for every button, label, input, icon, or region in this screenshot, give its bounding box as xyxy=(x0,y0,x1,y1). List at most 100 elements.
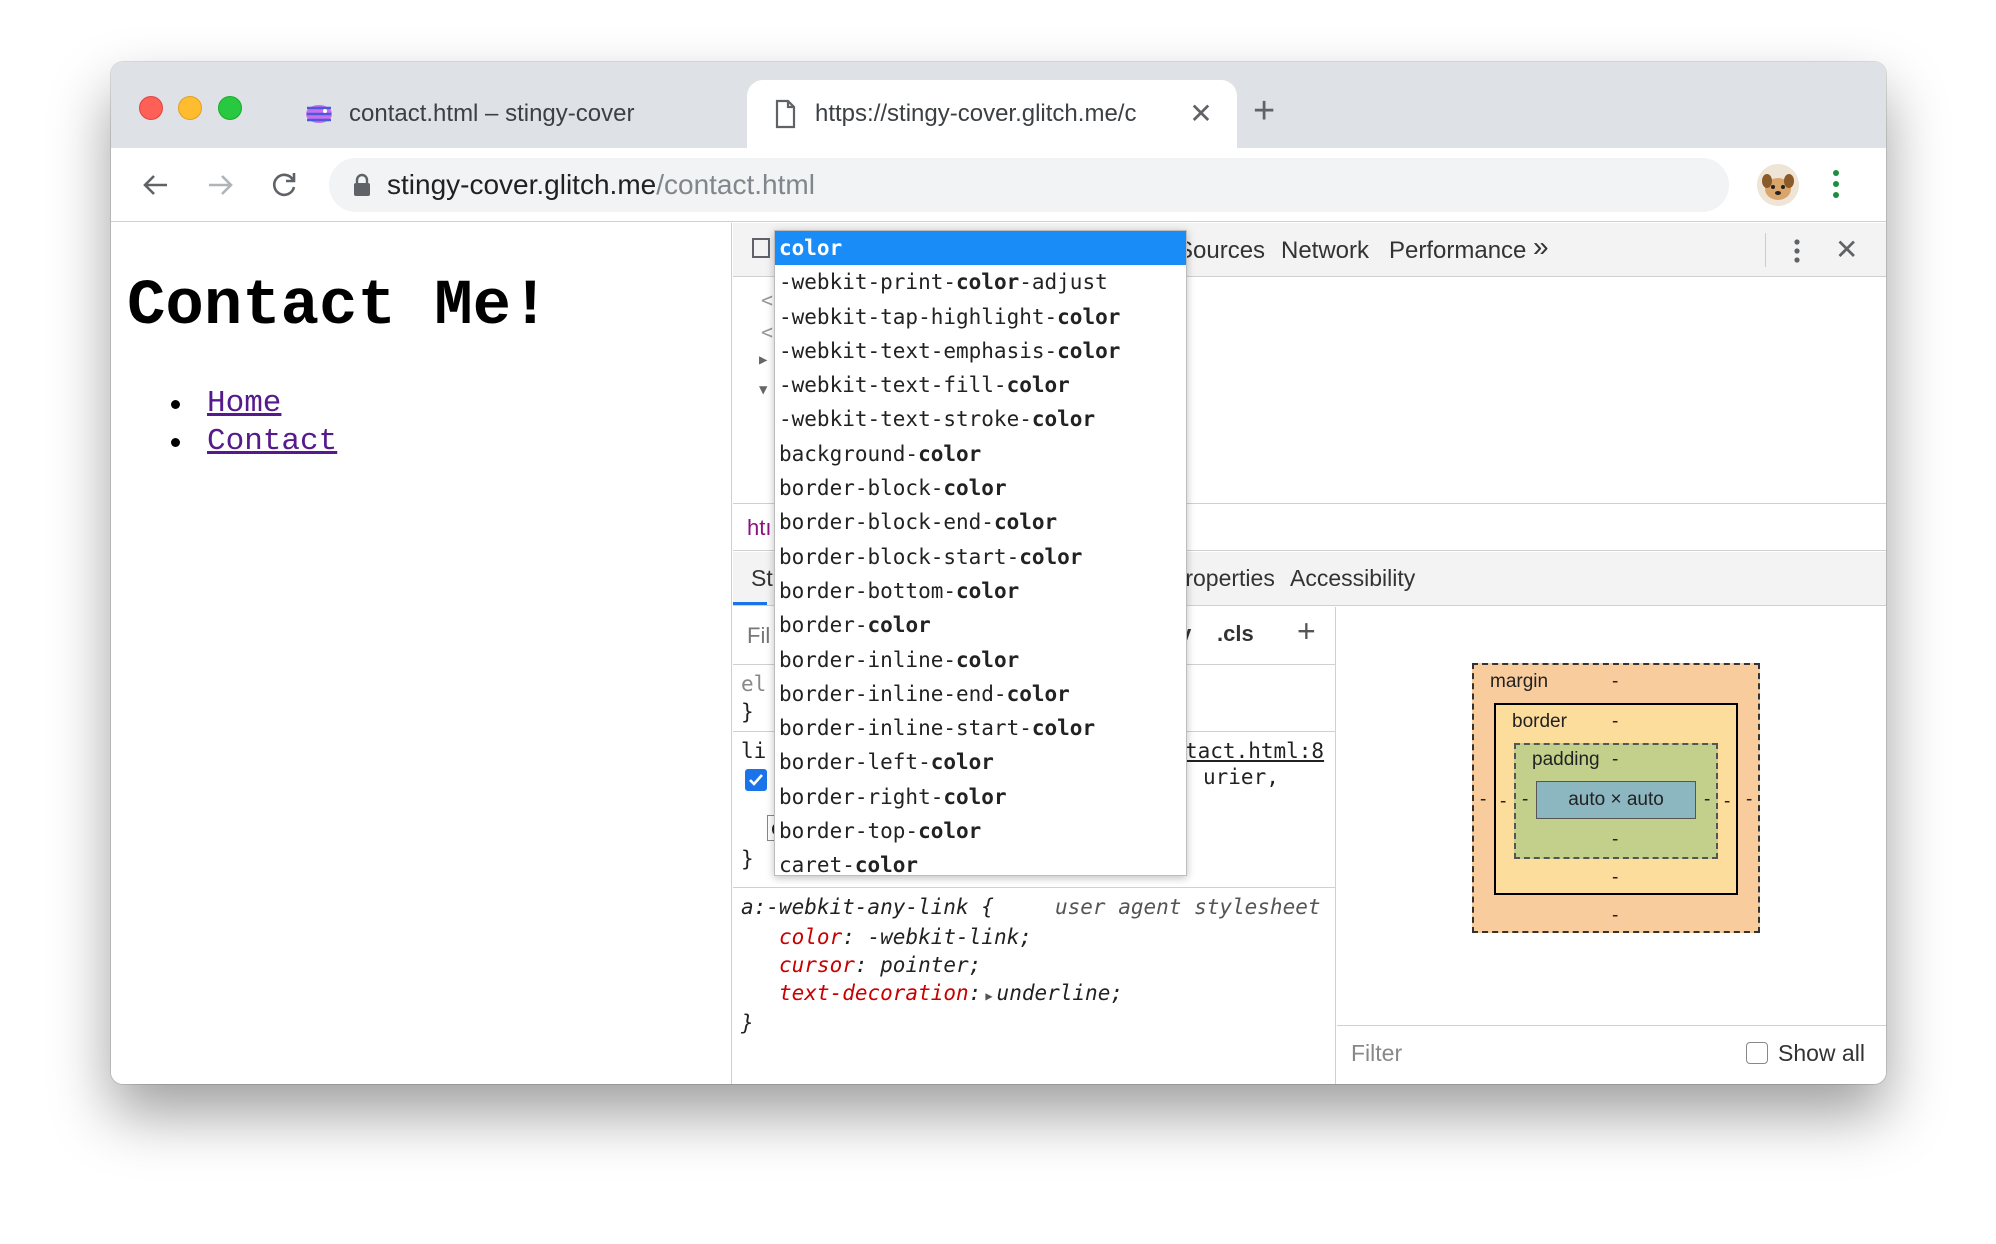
autocomplete-item[interactable]: background-color xyxy=(775,437,1186,471)
new-style-rule-button[interactable]: + xyxy=(1297,613,1316,650)
autocomplete-item[interactable]: -webkit-text-stroke-color xyxy=(775,402,1186,436)
contact-link[interactable]: Contact xyxy=(207,424,337,459)
tab-performance[interactable]: Performance xyxy=(1389,237,1526,265)
css-value: -webkit-link; xyxy=(867,925,1032,949)
autocomplete-suffix: -adjust xyxy=(1019,270,1108,295)
tab-close-icon[interactable]: ✕ xyxy=(1187,100,1215,128)
autocomplete-item[interactable]: -webkit-tap-highlight-color xyxy=(775,300,1186,334)
home-link[interactable]: Home xyxy=(207,386,281,421)
page-viewport: Contact Me! Home Contact xyxy=(111,223,732,1084)
autocomplete-item[interactable]: -webkit-text-fill-color xyxy=(775,368,1186,402)
tree-collapse-icon[interactable]: ▼ xyxy=(759,382,767,398)
tab-active-page[interactable]: https://stingy-cover.glitch.me/c ✕ xyxy=(747,80,1237,148)
autocomplete-prefix: border-inline-start- xyxy=(779,716,1032,741)
address-bar[interactable]: stingy-cover.glitch.me/contact.html xyxy=(329,158,1729,212)
tab-sources[interactable]: Sources xyxy=(1177,237,1265,265)
property-value-fragment: urier, xyxy=(1203,765,1279,789)
autocomplete-item[interactable]: -webkit-print-color-adjust xyxy=(775,265,1186,299)
margin-right-value: - xyxy=(1746,789,1753,810)
page-heading: Contact Me! xyxy=(127,271,550,343)
autocomplete-match: color xyxy=(1031,407,1096,432)
autocomplete-prefix: -webkit-text-fill- xyxy=(779,373,1007,398)
autocomplete-item[interactable]: border-top-color xyxy=(775,814,1186,848)
autocomplete-item[interactable]: color xyxy=(775,231,1186,266)
tab-network[interactable]: Network xyxy=(1281,237,1369,265)
cls-toggle[interactable]: .cls xyxy=(1217,621,1254,647)
more-tabs-icon[interactable]: » xyxy=(1533,231,1549,263)
autocomplete-item[interactable]: border-color xyxy=(775,608,1186,642)
rule-selector: el xyxy=(741,672,767,696)
padding-bottom-value: - xyxy=(1612,829,1619,850)
box-model-border[interactable]: border - - - - padding - - - - auto × au… xyxy=(1494,703,1738,895)
css-property: text-decoration xyxy=(779,981,969,1005)
autocomplete-prefix: border-left- xyxy=(779,750,931,775)
padding-label: padding xyxy=(1532,749,1600,770)
rule-source: user agent stylesheet xyxy=(1055,895,1321,919)
box-model-padding[interactable]: padding - - - - auto × auto xyxy=(1514,743,1718,859)
maximize-window-button[interactable] xyxy=(218,96,242,120)
devtools-close-icon[interactable]: ✕ xyxy=(1835,233,1858,266)
forward-icon[interactable] xyxy=(201,166,239,204)
autocomplete-item[interactable]: border-block-end-color xyxy=(775,505,1186,539)
autocomplete-item[interactable]: border-inline-end-color xyxy=(775,677,1186,711)
autocomplete-match: color xyxy=(943,784,1007,809)
box-model-margin[interactable]: margin - - - - border - - - - padding - … xyxy=(1472,663,1760,933)
autocomplete-match: color xyxy=(943,476,1007,501)
autocomplete-match: color xyxy=(854,853,919,876)
css-declaration: cursor: pointer; xyxy=(779,953,982,977)
profile-avatar[interactable] xyxy=(1757,164,1799,206)
autocomplete-item[interactable]: border-block-color xyxy=(775,471,1186,505)
inspect-element-icon[interactable] xyxy=(751,237,775,263)
autocomplete-match: color xyxy=(993,510,1058,535)
autocomplete-item[interactable]: border-bottom-color xyxy=(775,574,1186,608)
styles-filter-input[interactable]: Fil xyxy=(747,623,770,649)
breadcrumb-item[interactable]: htı xyxy=(747,515,771,541)
autocomplete-item[interactable]: border-right-color xyxy=(775,780,1186,814)
tree-expand-icon[interactable]: ▶ xyxy=(759,352,767,368)
border-right-value: - xyxy=(1724,791,1731,812)
autocomplete-prefix: border-block-end- xyxy=(779,510,994,535)
autocomplete-match: color xyxy=(1006,373,1070,398)
show-all-checkbox[interactable] xyxy=(1746,1042,1768,1064)
autocomplete-item[interactable]: border-left-color xyxy=(775,745,1186,779)
nav-list-item: Home xyxy=(171,385,337,423)
autocomplete-item[interactable]: border-inline-color xyxy=(775,643,1186,677)
autocomplete-prefix: -webkit-print- xyxy=(779,270,957,295)
border-label: border xyxy=(1512,711,1567,732)
show-all-label: Show all xyxy=(1778,1040,1865,1066)
minimize-window-button[interactable] xyxy=(178,96,202,120)
css-value: pointer; xyxy=(880,953,982,977)
autocomplete-item[interactable]: -webkit-text-emphasis-color xyxy=(775,334,1186,368)
tab-accessibility[interactable]: Accessibility xyxy=(1290,565,1415,592)
autocomplete-item[interactable]: caret-color xyxy=(775,848,1186,876)
reload-icon[interactable] xyxy=(265,166,303,204)
back-icon[interactable] xyxy=(137,166,175,204)
css-property-autocomplete: color -webkit-print-color-adjust -webkit-t… xyxy=(774,230,1187,876)
autocomplete-match: color xyxy=(918,441,982,466)
autocomplete-prefix: caret- xyxy=(779,853,855,876)
nav-list: Home Contact xyxy=(171,385,337,461)
rule-source-link[interactable]: tact.html:8 xyxy=(1185,739,1324,763)
box-model-content[interactable]: auto × auto xyxy=(1536,781,1696,819)
margin-top-value: - xyxy=(1612,671,1619,692)
autocomplete-match: color xyxy=(956,578,1020,603)
close-window-button[interactable] xyxy=(139,96,163,120)
autocomplete-match: color xyxy=(956,647,1020,672)
autocomplete-match: color xyxy=(1019,544,1083,569)
rule-brace: } xyxy=(741,847,754,871)
computed-filter-bar: Filter Show all xyxy=(1337,1025,1886,1084)
property-checkbox[interactable] xyxy=(745,769,767,791)
autocomplete-item[interactable]: border-block-start-color xyxy=(775,540,1186,574)
autocomplete-match: color xyxy=(1057,304,1121,329)
autocomplete-prefix: -webkit-text-emphasis- xyxy=(779,338,1058,363)
devtools-menu-icon[interactable] xyxy=(1793,237,1801,265)
new-tab-button[interactable]: + xyxy=(1253,92,1275,130)
tab-title: https://stingy-cover.glitch.me/c xyxy=(815,100,1137,127)
expand-triangle-icon[interactable]: ▶ xyxy=(985,989,992,1003)
tab-styles[interactable]: St xyxy=(751,565,773,592)
autocomplete-item[interactable]: border-inline-start-color xyxy=(775,711,1186,745)
computed-filter-input[interactable]: Filter xyxy=(1351,1040,1402,1067)
tree-node-fragment: < xyxy=(761,288,774,312)
browser-menu-icon[interactable] xyxy=(1831,166,1841,207)
padding-left-value: - xyxy=(1522,789,1529,810)
